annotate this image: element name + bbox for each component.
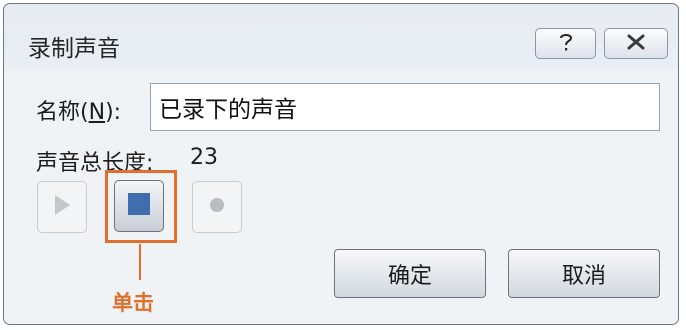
stop-button-highlight <box>105 170 177 243</box>
name-input[interactable] <box>150 83 660 131</box>
play-button[interactable] <box>37 181 87 233</box>
name-label: 名称(N): <box>36 100 122 125</box>
record-icon <box>209 197 225 217</box>
record-button[interactable] <box>192 181 242 233</box>
click-annotation: 单击 <box>112 291 154 315</box>
cancel-button[interactable]: 取消 <box>508 249 660 298</box>
duration-value: 23 <box>190 145 218 170</box>
ok-button[interactable]: 确定 <box>334 249 486 298</box>
close-button[interactable] <box>604 28 668 59</box>
record-sound-dialog: 录制声音 名称(N): 声音总长度: 23 <box>3 3 679 325</box>
callout-line <box>139 244 141 280</box>
close-icon <box>626 34 646 54</box>
play-icon <box>53 194 71 220</box>
dialog-title: 录制声音 <box>28 36 120 62</box>
help-button[interactable] <box>535 28 596 59</box>
help-icon <box>558 32 574 56</box>
